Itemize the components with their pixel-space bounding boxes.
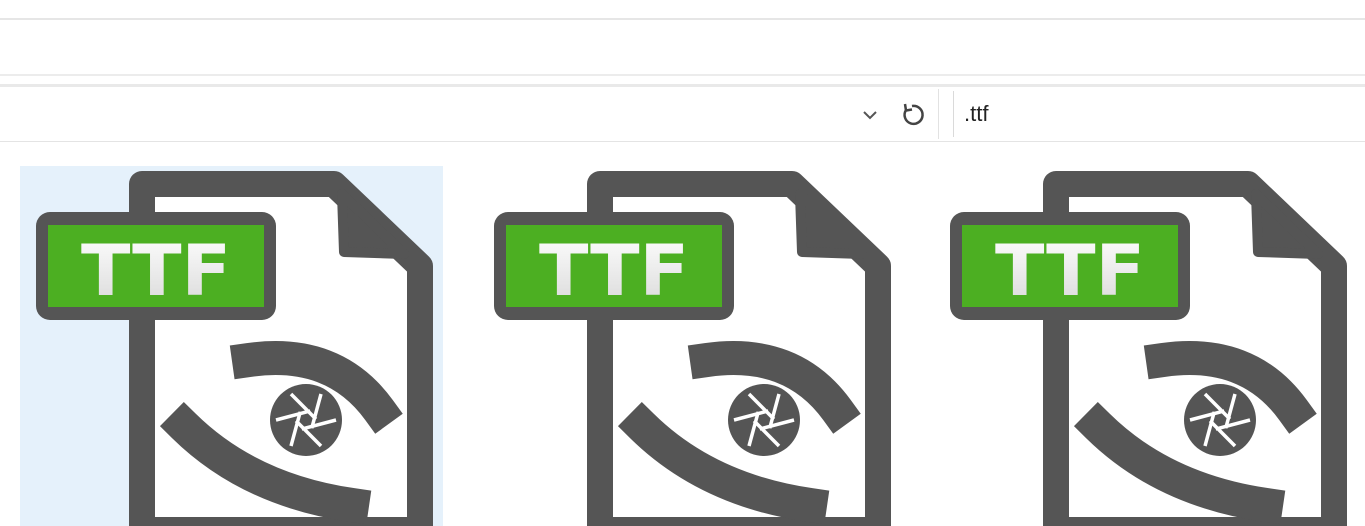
toolbar-divider <box>938 89 939 139</box>
address-area <box>0 20 1365 76</box>
file-type-badge: TTF <box>81 230 231 312</box>
search-input[interactable] <box>953 91 1365 137</box>
ttf-file-icon: TTF <box>950 171 1347 526</box>
file-item[interactable]: TTF <box>934 166 1359 526</box>
toolbar <box>0 84 1365 142</box>
ttf-file-icon: TTF <box>494 171 891 526</box>
file-type-badge: TTF <box>539 230 689 312</box>
file-type-badge: TTF <box>995 230 1145 312</box>
ttf-file-icon: TTF <box>36 171 433 526</box>
refresh-button[interactable] <box>892 95 934 135</box>
file-item[interactable]: TTF <box>478 166 903 526</box>
chevron-down-icon <box>863 111 877 120</box>
history-dropdown-button[interactable] <box>850 97 890 133</box>
window-top-bar <box>0 0 1365 20</box>
file-view: TTF TTF TTF <box>0 166 1365 526</box>
refresh-icon <box>903 103 924 126</box>
file-item[interactable]: TTF <box>20 166 443 526</box>
